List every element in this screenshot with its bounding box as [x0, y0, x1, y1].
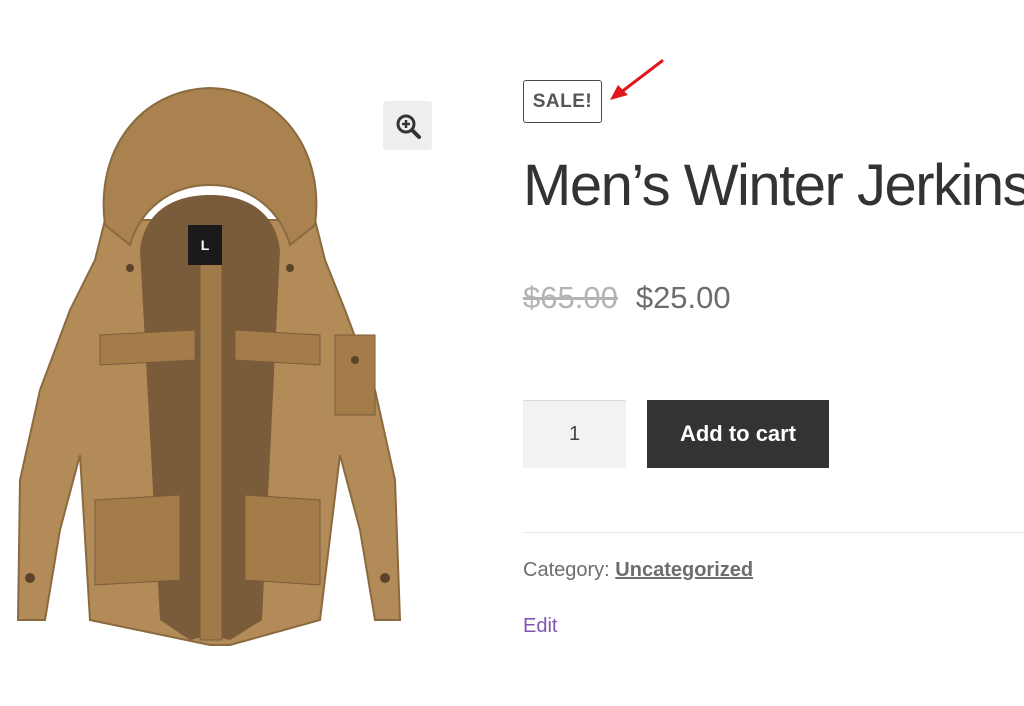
product-page: L SALE! Men’s Winter Jerkins $65.00 $25.… [0, 0, 1024, 706]
product-image[interactable]: L [0, 60, 420, 670]
edit-link[interactable]: Edit [523, 615, 557, 638]
quantity-input[interactable] [523, 400, 626, 468]
zoom-button[interactable] [383, 101, 432, 150]
regular-price: $65.00 [523, 280, 618, 315]
jacket-image: L [16, 86, 402, 646]
price: $65.00 $25.00 [523, 280, 731, 316]
category-link[interactable]: Uncategorized [615, 559, 753, 581]
divider [523, 532, 1024, 533]
product-title: Men’s Winter Jerkins [523, 153, 1024, 218]
sale-price: $25.00 [635, 280, 731, 315]
product-meta: Category: Uncategorized [523, 559, 753, 582]
annotation-arrow-icon [610, 59, 664, 100]
add-to-cart-button[interactable]: Add to cart [647, 400, 829, 468]
jacket-tag-label: L [201, 237, 210, 253]
zoom-in-icon [396, 114, 421, 139]
sale-badge: SALE! [523, 80, 602, 123]
category-label: Category: [523, 559, 610, 581]
